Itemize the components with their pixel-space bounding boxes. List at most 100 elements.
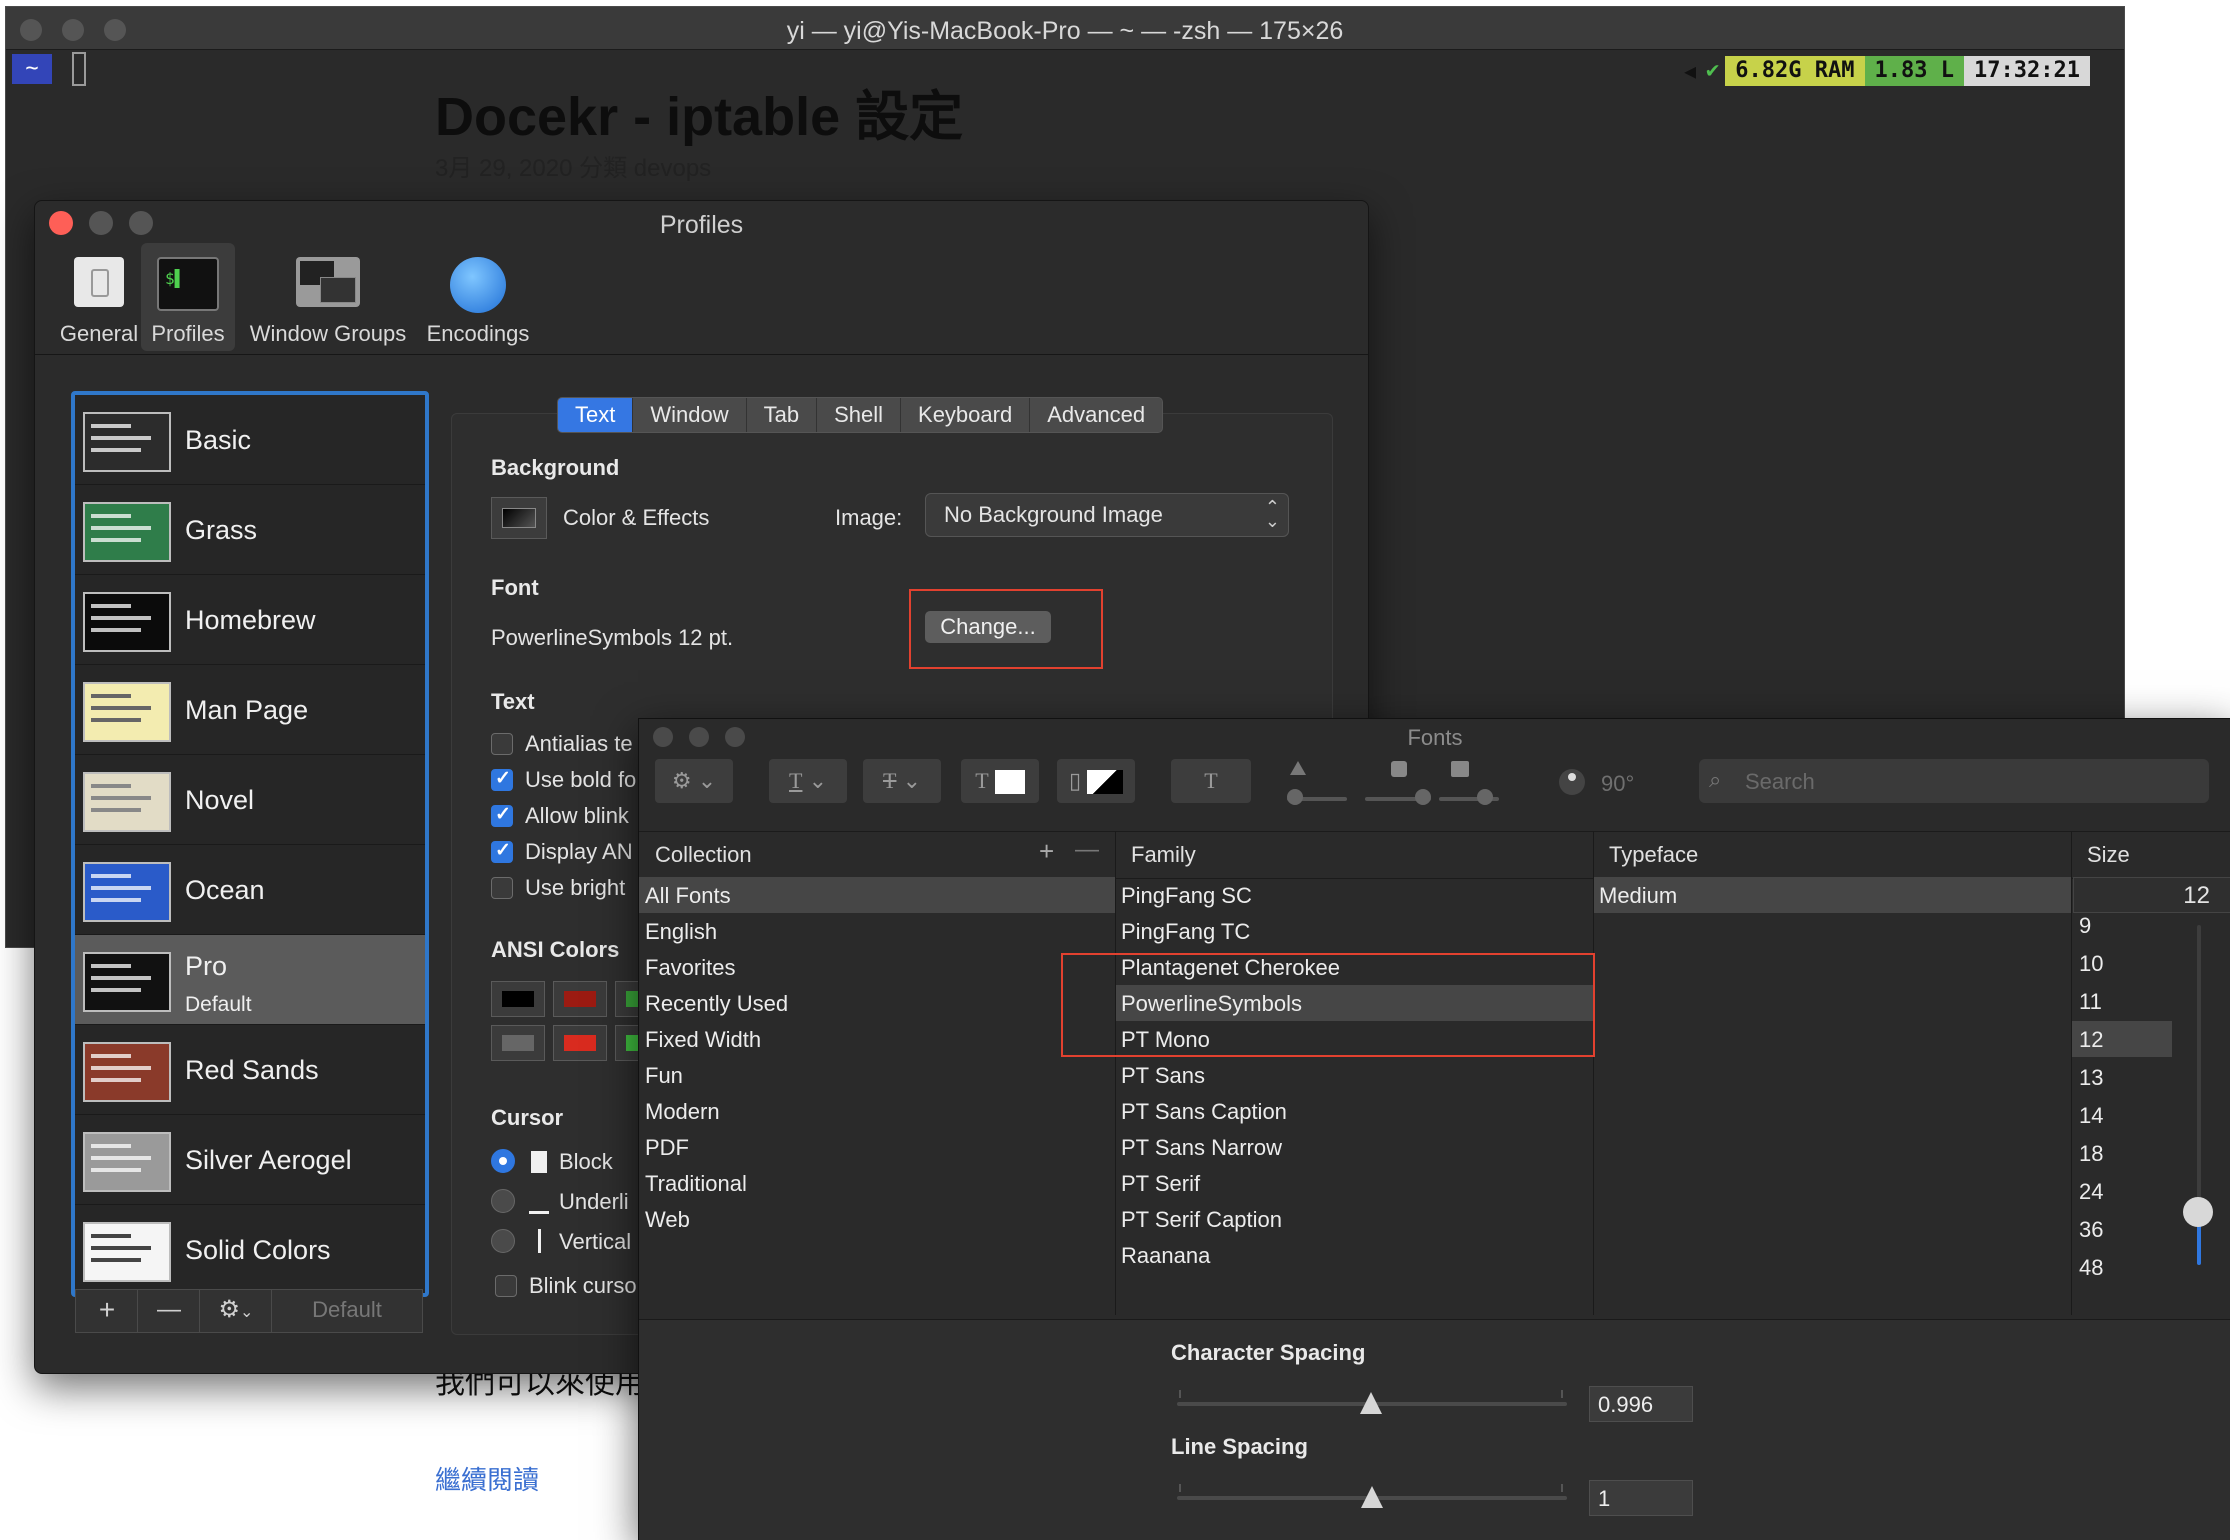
slider-knob[interactable]	[1477, 789, 1493, 805]
family-item[interactable]: PingFang TC	[1121, 919, 1250, 945]
size-item[interactable]: 36	[2079, 1217, 2103, 1243]
ansi-bright-red-swatch[interactable]	[553, 1025, 607, 1061]
text-color-button[interactable]: T	[961, 759, 1039, 803]
remove-profile-button[interactable]: —	[137, 1289, 201, 1333]
collection-item[interactable]: Fixed Width	[645, 1027, 761, 1053]
collection-item[interactable]: Favorites	[645, 955, 735, 981]
character-spacing-value[interactable]: 0.996	[1589, 1386, 1693, 1422]
strikethrough-menu[interactable]: T ⌄	[863, 759, 941, 803]
blink-checkbox[interactable]	[491, 803, 513, 827]
collection-item[interactable]: Recently Used	[645, 991, 788, 1017]
character-spacing-knob[interactable]	[1360, 1392, 1382, 1414]
search-input[interactable]: ⌕ Search	[1699, 759, 2209, 803]
toolbar-window-groups[interactable]: Window Groups	[241, 243, 415, 351]
size-item[interactable]: 14	[2079, 1103, 2103, 1129]
display-ansi-checkbox[interactable]	[491, 839, 513, 863]
profile-thumbnail	[83, 412, 171, 472]
tab-window[interactable]: Window	[633, 398, 747, 432]
family-item[interactable]: Raanana	[1121, 1243, 1210, 1269]
profile-item-pro[interactable]: Pro Default	[75, 935, 425, 1025]
profile-item-ocean[interactable]: Ocean	[75, 845, 425, 935]
profile-list[interactable]: Basic Grass Homebrew Man Page Novel Ocea…	[71, 391, 429, 1297]
collection-item[interactable]: Fun	[645, 1063, 683, 1089]
add-collection-button[interactable]: +	[1039, 836, 1054, 867]
size-item[interactable]: 48	[2079, 1255, 2103, 1281]
profile-item-grass[interactable]: Grass	[75, 485, 425, 575]
size-item[interactable]: 10	[2079, 951, 2103, 977]
profile-item-homebrew[interactable]: Homebrew	[75, 575, 425, 665]
bright-colors-checkbox[interactable]	[491, 877, 513, 899]
bold-fonts-checkbox[interactable]	[491, 767, 513, 791]
size-header: Size	[2087, 842, 2130, 867]
add-profile-button[interactable]: +	[75, 1289, 139, 1333]
toolbar-general[interactable]: General	[47, 243, 151, 351]
tab-shell[interactable]: Shell	[817, 398, 902, 432]
ansi-bright-black-swatch[interactable]	[491, 1025, 545, 1061]
size-item[interactable]: 13	[2079, 1065, 2103, 1091]
block-cursor-icon	[531, 1151, 547, 1173]
size-slider-knob[interactable]	[2183, 1197, 2213, 1227]
cursor-vertical-radio[interactable]	[491, 1229, 515, 1253]
profile-item-man-page[interactable]: Man Page	[75, 665, 425, 755]
background-image-select[interactable]: No Background Image ⌃ ⌄	[925, 493, 1289, 537]
settings-tabs: Text Window Tab Shell Keyboard Advanced	[557, 397, 1164, 433]
tab-advanced[interactable]: Advanced	[1030, 398, 1162, 432]
globe-icon	[450, 257, 506, 313]
read-more-link[interactable]: 繼續閱讀	[435, 1460, 539, 1497]
family-item[interactable]: PT Sans Narrow	[1121, 1135, 1282, 1161]
profile-item-red-sands[interactable]: Red Sands	[75, 1025, 425, 1115]
slider-knob[interactable]	[1287, 789, 1303, 805]
antialias-checkbox[interactable]	[491, 733, 513, 755]
profile-item-silver-aerogel[interactable]: Silver Aerogel	[75, 1115, 425, 1205]
family-item[interactable]: PT Serif Caption	[1121, 1207, 1282, 1233]
size-item[interactable]: 12	[2079, 1027, 2103, 1053]
blink-cursor-checkbox[interactable]	[495, 1275, 517, 1297]
size-item[interactable]: 24	[2079, 1179, 2103, 1205]
cursor-underline-radio[interactable]	[491, 1189, 515, 1213]
image-label: Image:	[835, 505, 903, 530]
fonts-action-menu[interactable]: ⚙︎ ⌄	[655, 759, 733, 803]
background-heading: Background	[491, 455, 620, 480]
family-item[interactable]: PingFang SC	[1121, 883, 1252, 909]
tab-keyboard[interactable]: Keyboard	[901, 398, 1031, 432]
profile-item-novel[interactable]: Novel	[75, 755, 425, 845]
family-item[interactable]: PT Sans Caption	[1121, 1099, 1287, 1125]
document-color-button[interactable]: ▯	[1057, 759, 1135, 803]
color-effects-button[interactable]	[491, 497, 547, 539]
remove-collection-button[interactable]: —	[1075, 836, 1099, 864]
collection-item[interactable]: PDF	[645, 1135, 689, 1161]
family-item[interactable]: PT Sans	[1121, 1063, 1205, 1089]
line-spacing-knob[interactable]	[1361, 1486, 1383, 1508]
line-spacing-value[interactable]: 1	[1589, 1480, 1693, 1516]
profile-item-basic[interactable]: Basic	[75, 395, 425, 485]
collection-item[interactable]: English	[645, 919, 717, 945]
collection-item[interactable]: Web	[645, 1207, 690, 1233]
tab-text[interactable]: Text	[558, 398, 634, 432]
text-shadow-button[interactable]: T	[1171, 759, 1251, 803]
cursor-block-radio[interactable]	[491, 1149, 515, 1173]
size-input[interactable]: 12	[2073, 877, 2230, 913]
toolbar-profiles[interactable]: $▌ Profiles	[141, 243, 235, 351]
tab-tab[interactable]: Tab	[747, 398, 818, 432]
gear-menu-button[interactable]: ⚙︎⌄	[199, 1289, 273, 1333]
ansi-red-swatch[interactable]	[553, 981, 607, 1017]
collection-item[interactable]: Traditional	[645, 1171, 747, 1197]
size-item[interactable]: 11	[2079, 989, 2102, 1015]
terminal-titlebar: yi — yi@Yis-MacBook-Pro — ~ — -zsh — 175…	[6, 7, 2124, 50]
color-effects-label: Color & Effects	[563, 505, 710, 530]
ansi-black-swatch[interactable]	[491, 981, 545, 1017]
size-item[interactable]: 18	[2079, 1141, 2103, 1167]
default-button[interactable]: Default	[271, 1289, 423, 1333]
slider-knob[interactable]	[1415, 789, 1431, 805]
toolbar-encodings[interactable]: Encodings	[419, 243, 537, 351]
typeface-item[interactable]: Medium	[1599, 883, 1677, 909]
rotation-dial[interactable]	[1559, 769, 1585, 795]
column-divider	[1115, 831, 1116, 1315]
typeface-header: Typeface	[1609, 842, 1699, 867]
collection-item[interactable]: Modern	[645, 1099, 720, 1125]
size-item[interactable]: 9	[2079, 913, 2091, 939]
collection-item[interactable]: All Fonts	[645, 883, 731, 909]
profile-item-solid-colors[interactable]: Solid Colors	[75, 1205, 425, 1293]
underline-menu[interactable]: T ⌄	[769, 759, 847, 803]
family-item[interactable]: PT Serif	[1121, 1171, 1200, 1197]
